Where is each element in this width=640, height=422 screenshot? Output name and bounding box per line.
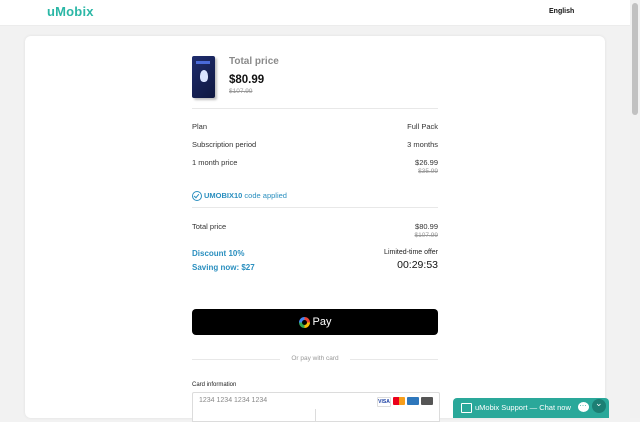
period-label: Subscription period [192,140,257,149]
google-pay-button[interactable]: Pay [192,309,438,335]
google-pay-content: Pay [192,309,438,335]
chat-label: uMobix Support — Chat now [475,403,571,412]
google-pay-label: Pay [312,316,332,328]
promo-applied-text: UMOBIX10 code applied [204,191,287,200]
amex-icon [407,397,419,405]
divider [192,207,438,208]
card-information-label: Card information [192,382,237,388]
scrollbar-thumb[interactable] [632,3,638,115]
check-circle-icon [192,191,202,201]
month-price-value: $26.99 [415,158,438,167]
visa-icon: VISA [377,397,391,407]
total-label: Total price [192,222,227,231]
card-cvc-input[interactable] [315,409,440,422]
promo-suffix: code applied [242,191,287,200]
product-box-image [192,56,215,98]
or-pay-with-card-text: Or pay with card [291,355,339,362]
message-icon [461,403,472,413]
divider [350,359,438,360]
google-g-icon [298,316,310,328]
old-price: $107.99 [229,88,253,95]
discount-label: Discount 10% [192,249,245,258]
limited-offer-label: Limited-time offer [384,249,438,256]
card-expiry-input[interactable] [192,409,317,422]
logo[interactable]: uMobix [47,4,94,19]
plan-value: Full Pack [407,122,438,131]
generic-card-icon [421,397,433,405]
month-price-label: 1 month price [192,158,238,167]
promo-code: UMOBIX10 [204,191,243,200]
chat-minimize-button[interactable] [592,398,606,413]
total-price-value: $80.99 [229,74,265,86]
chat-bubble-icon [578,399,589,412]
language-selector[interactable]: English [549,8,574,15]
card-number-placeholder: 1234 1234 1234 1234 [199,397,268,404]
total-price-heading: Total price [229,56,279,67]
scrollbar[interactable] [630,0,640,418]
mastercard-icon [393,397,405,405]
divider [192,108,438,109]
divider [192,359,280,360]
support-chat-button[interactable]: uMobix Support — Chat now [453,398,609,418]
plan-label: Plan [192,122,208,131]
total-value: $80.99 [415,222,438,231]
countdown-timer: 00:29:53 [397,259,438,271]
month-price-old: $35.99 [418,168,438,175]
period-value: 3 months [407,140,438,149]
saving-label: Saving now: $27 [192,263,255,272]
total-old-value: $107.99 [414,232,439,239]
top-bar: uMobix English [0,0,640,26]
card-brands: VISA [377,397,433,407]
